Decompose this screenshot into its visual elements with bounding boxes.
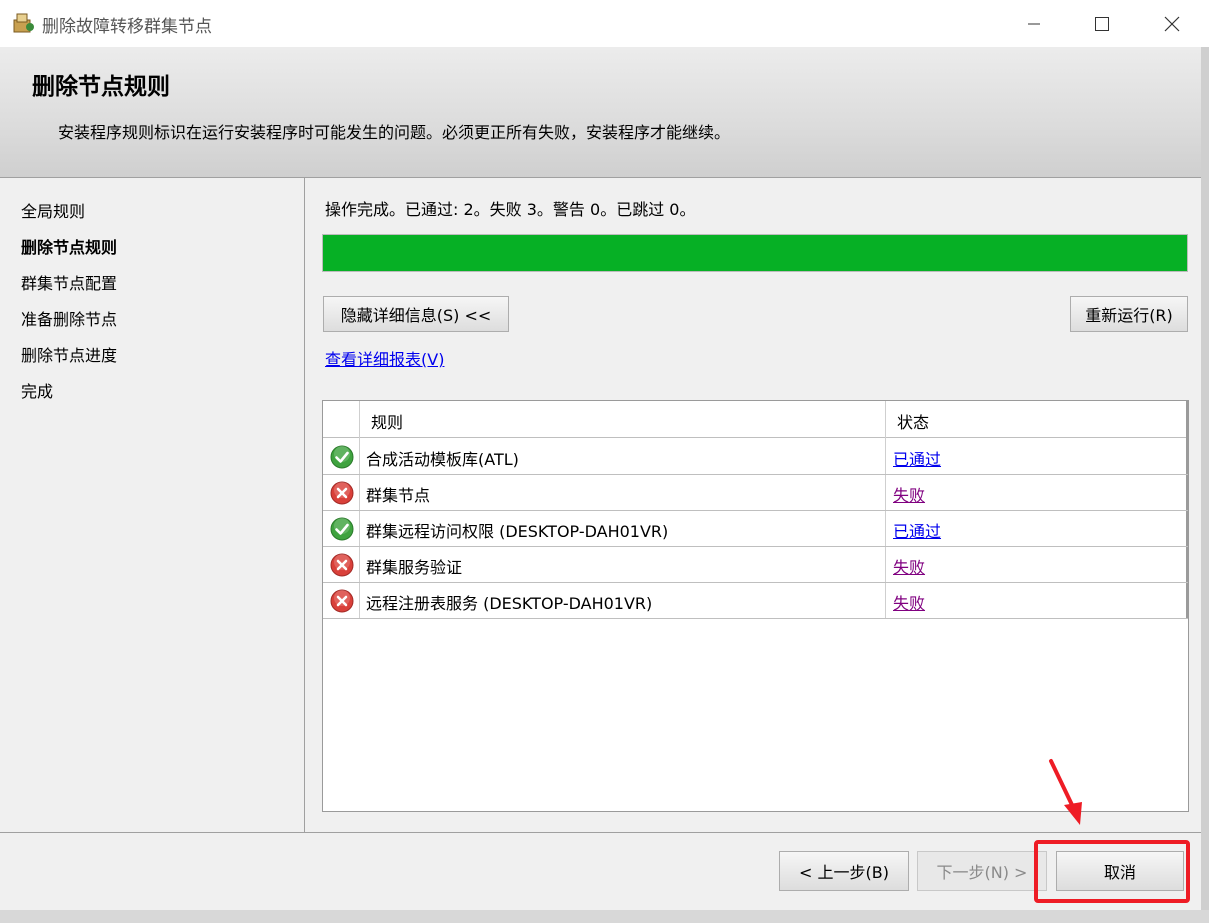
table-row[interactable]: 合成活动模板库(ATL) 已通过 — [323, 438, 1188, 475]
annotation-arrow-icon — [1049, 759, 1082, 825]
table-row[interactable]: 群集远程访问权限 (DESKTOP-DAH01VR) 已通过 — [323, 510, 1188, 547]
rerun-button[interactable]: 重新运行(R) — [1070, 296, 1188, 332]
close-button[interactable] — [1149, 0, 1195, 47]
rule-status-link[interactable]: 失败 — [893, 590, 925, 614]
table-header: 规则 状态 — [323, 401, 1188, 438]
rule-status-link[interactable]: 失败 — [893, 482, 925, 506]
rule-name: 群集节点 — [366, 486, 431, 505]
setup-app-icon — [12, 12, 36, 34]
rule-name: 远程注册表服务 (DESKTOP-DAH01VR) — [366, 594, 653, 613]
nav-item-remove-node-rules[interactable]: 删除节点规则 — [21, 234, 117, 258]
window-title: 删除故障转移群集节点 — [42, 17, 212, 37]
column-header-status[interactable]: 状态 — [897, 409, 929, 433]
wizard-window: 删除故障转移群集节点 删除节点规则 安装程序规则标识在运行安装程序时可能发生的问… — [0, 0, 1209, 923]
close-icon — [1164, 16, 1180, 31]
page-title: 删除节点规则 — [32, 74, 170, 100]
rules-table: 规则 状态 合成活动模板库(ATL) 已通过 群集节点 失败 群集远程访问权限 … — [322, 400, 1189, 812]
title-bar: 删除故障转移群集节点 — [0, 0, 1209, 47]
footer-divider — [0, 832, 1201, 833]
maximize-icon — [1095, 16, 1109, 31]
rule-status-link[interactable]: 已通过 — [893, 518, 941, 542]
table-row[interactable]: 群集服务验证 失败 — [323, 546, 1188, 583]
maximize-button[interactable] — [1079, 0, 1125, 47]
column-header-rule[interactable]: 规则 — [371, 409, 403, 433]
error-x-icon — [330, 589, 354, 613]
page-description: 安装程序规则标识在运行安装程序时可能发生的问题。必须更正所有失败，安装程序才能继… — [58, 123, 731, 142]
view-detailed-report-link[interactable]: 查看详细报表(V) — [325, 346, 444, 370]
window-edge — [1201, 47, 1209, 923]
annotation-highlight-box — [1034, 840, 1190, 903]
progress-bar-fill — [323, 235, 1187, 271]
rule-name: 合成活动模板库(ATL) — [366, 450, 519, 469]
rule-status-link[interactable]: 已通过 — [893, 446, 941, 470]
rule-name: 群集远程访问权限 (DESKTOP-DAH01VR) — [366, 522, 669, 541]
back-button[interactable]: < 上一步(B) — [779, 851, 909, 891]
success-check-icon — [330, 445, 354, 469]
rule-status-link[interactable]: 失败 — [893, 554, 925, 578]
nav-item-complete[interactable]: 完成 — [21, 378, 53, 402]
error-x-icon — [330, 553, 354, 577]
nav-item-global-rules[interactable]: 全局规则 — [21, 198, 85, 222]
rule-name: 群集服务验证 — [366, 558, 463, 577]
next-button: 下一步(N) > — [917, 851, 1047, 891]
error-x-icon — [330, 481, 354, 505]
operation-status-text: 操作完成。已通过: 2。失败 3。警告 0。已跳过 0。 — [325, 200, 696, 219]
minimize-button[interactable] — [1011, 0, 1057, 47]
wizard-steps-nav: 全局规则 删除节点规则 群集节点配置 准备删除节点 删除节点进度 完成 — [0, 178, 305, 832]
background-strip — [0, 910, 1209, 923]
nav-item-remove-node-progress[interactable]: 删除节点进度 — [21, 342, 117, 366]
success-check-icon — [330, 517, 354, 541]
nav-item-cluster-node-config[interactable]: 群集节点配置 — [21, 270, 117, 294]
nav-item-prepare-remove-node[interactable]: 准备删除节点 — [21, 306, 117, 330]
page-header: 删除节点规则 安装程序规则标识在运行安装程序时可能发生的问题。必须更正所有失败，… — [0, 47, 1201, 178]
table-row[interactable]: 远程注册表服务 (DESKTOP-DAH01VR) 失败 — [323, 582, 1188, 619]
hide-details-button[interactable]: 隐藏详细信息(S) << — [323, 296, 509, 332]
table-row[interactable]: 群集节点 失败 — [323, 474, 1188, 511]
minimize-icon — [1028, 23, 1040, 24]
progress-bar — [322, 234, 1188, 272]
